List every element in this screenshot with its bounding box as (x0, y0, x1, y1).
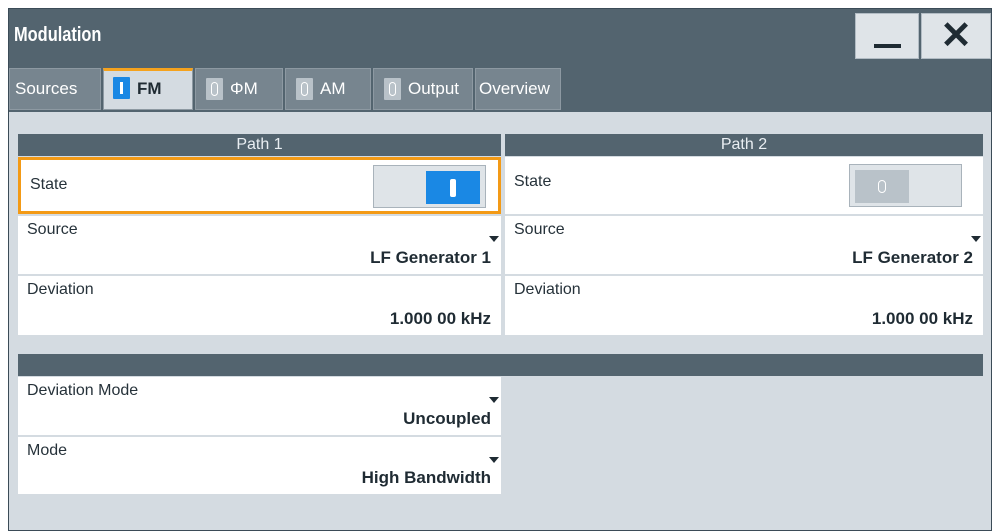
minimize-icon (874, 44, 901, 48)
dropdown-caret-icon (489, 397, 499, 403)
mode-dropdown[interactable]: Mode High Bandwidth (18, 437, 501, 494)
path2-source-value: LF Generator 2 (852, 248, 973, 267)
tab-am[interactable]: AM (285, 68, 371, 110)
close-button[interactable]: ✕ (921, 13, 991, 59)
tab-overview[interactable]: Overview (475, 68, 561, 110)
tab-label: Sources (15, 79, 78, 98)
tab-label: Overview (479, 79, 550, 98)
path1-source-label: Source (27, 221, 78, 238)
path2-deviation-field[interactable]: Deviation 1.000 00 kHz (505, 276, 983, 335)
deviation-mode-dropdown[interactable]: Deviation Mode Uncoupled (18, 377, 501, 435)
path1-deviation-value: 1.000 00 kHz (389, 309, 491, 328)
title-bar: Modulation ✕ (9, 9, 991, 63)
path1-state-toggle[interactable] (373, 165, 486, 208)
state-off-indicator-icon (384, 78, 401, 100)
mode-label: Mode (27, 442, 68, 459)
path2-source-dropdown[interactable]: Source LF Generator 2 (505, 216, 983, 274)
mode-value: High Bandwidth (361, 468, 491, 487)
minimize-button[interactable] (855, 13, 919, 59)
tab-sources[interactable]: Sources (9, 68, 101, 110)
tab-label: FM (137, 79, 162, 98)
path2-deviation-value: 1.000 00 kHz (871, 309, 973, 328)
tab-output[interactable]: Output (373, 68, 473, 110)
path2-source-label: Source (514, 221, 565, 238)
close-icon: ✕ (940, 15, 972, 57)
tab-label: ΦM (230, 79, 258, 98)
tab-label: Output (408, 79, 460, 98)
toggle-off-icon (855, 170, 909, 203)
dropdown-caret-icon (489, 236, 499, 242)
path2-state-row[interactable]: State (505, 157, 983, 214)
path2-deviation-label: Deviation (514, 281, 581, 298)
deviation-mode-value: Uncoupled (403, 409, 491, 428)
toggle-on-icon (426, 171, 480, 204)
path2-state-label: State (514, 173, 552, 190)
path1-state-row[interactable]: State (18, 157, 501, 214)
state-off-indicator-icon (296, 78, 313, 100)
tab-phim[interactable]: ΦM (195, 68, 283, 110)
state-on-indicator-icon (113, 77, 130, 99)
path1-source-dropdown[interactable]: Source LF Generator 1 (18, 216, 501, 274)
dropdown-caret-icon (489, 457, 499, 463)
path1-deviation-label: Deviation (27, 281, 94, 298)
deviation-mode-label: Deviation Mode (27, 382, 139, 399)
window-title: Modulation (14, 24, 102, 46)
fm-settings-panel: Path 1 State Source LF Generator 1 Devia… (9, 112, 991, 530)
dropdown-caret-icon (971, 236, 981, 242)
path1-state-label: State (30, 176, 68, 193)
tab-label: AM (320, 79, 346, 98)
path2-state-toggle[interactable] (849, 164, 962, 207)
path2-header: Path 2 (505, 134, 983, 156)
state-off-indicator-icon (206, 78, 223, 100)
modulation-dialog: Modulation ✕ Sources FM ΦM AM Output Ove… (8, 8, 992, 531)
tab-bar: Sources FM ΦM AM Output Overview (9, 63, 991, 112)
path1-deviation-field[interactable]: Deviation 1.000 00 kHz (18, 276, 501, 335)
path1-source-value: LF Generator 1 (370, 248, 491, 267)
settings-header (18, 354, 983, 376)
tab-fm[interactable]: FM (103, 68, 193, 110)
path1-header: Path 1 (18, 134, 501, 156)
